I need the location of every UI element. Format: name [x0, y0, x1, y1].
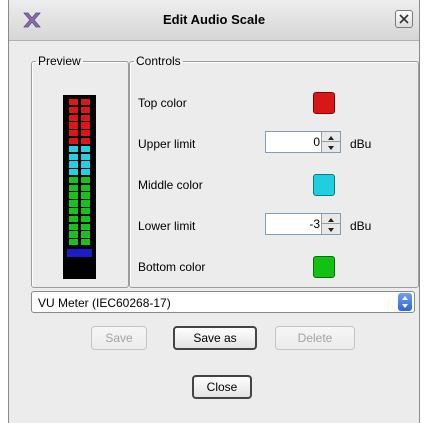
vu-meter-preview	[63, 95, 96, 279]
meter-segment	[69, 122, 78, 129]
controls-legend: Controls	[136, 54, 181, 68]
meter-segment	[81, 231, 90, 238]
meter-segment	[69, 215, 78, 223]
meter-segment	[69, 231, 78, 238]
lower-limit-label: Lower limit	[138, 219, 196, 233]
up-arrow-icon[interactable]	[322, 132, 340, 142]
bottom-color-label: Bottom color	[138, 260, 206, 274]
meter-column-right	[81, 99, 90, 247]
meter-segment	[69, 130, 78, 137]
edit-audio-scale-dialog: Edit Audio Scale Preview Controls Top co…	[8, 0, 420, 423]
meter-bottom-segment	[67, 249, 92, 257]
upper-limit-spinner[interactable]: 0	[265, 131, 341, 153]
meter-segment	[69, 161, 78, 168]
up-arrow-icon[interactable]	[322, 214, 340, 224]
meter-segment	[81, 184, 90, 191]
upper-limit-label: Upper limit	[138, 137, 196, 151]
meter-segment	[81, 169, 90, 176]
meter-column-left	[69, 99, 78, 247]
down-arrow-icon[interactable]	[322, 224, 340, 234]
meter-segment	[81, 137, 90, 145]
preview-group: Preview	[31, 54, 129, 288]
meter-segment	[81, 192, 90, 199]
meter-segment	[81, 145, 90, 153]
meter-segment	[81, 239, 90, 246]
upper-limit-value: 0	[313, 135, 320, 149]
meter-segment	[81, 130, 90, 137]
top-color-swatch[interactable]	[313, 92, 335, 114]
meter-segment	[69, 153, 78, 160]
bottom-color-swatch[interactable]	[313, 256, 335, 278]
meter-segment	[69, 137, 78, 145]
lower-limit-unit: dBu	[350, 219, 372, 233]
title-bar: Edit Audio Scale	[9, 0, 419, 41]
top-color-label: Top color	[138, 96, 187, 110]
save-as-button[interactable]: Save as	[173, 326, 257, 350]
preview-legend: Preview	[38, 54, 81, 68]
meter-segment	[69, 200, 78, 207]
meter-segment	[69, 223, 78, 230]
lower-limit-spinner[interactable]: -3	[265, 213, 341, 235]
meter-segment	[69, 176, 78, 184]
middle-color-label: Middle color	[138, 178, 203, 192]
meter-segment	[81, 122, 90, 129]
meter-segment	[81, 200, 90, 207]
scale-preset-value: VU Meter (IEC60268-17)	[38, 296, 171, 310]
middle-color-swatch[interactable]	[313, 174, 335, 196]
close-button[interactable]: Close	[192, 375, 252, 399]
controls-group: Controls Top color Upper limit 0 dBu Mid…	[129, 54, 419, 288]
meter-segment	[81, 114, 90, 121]
meter-segment	[81, 153, 90, 160]
meter-segment	[81, 106, 90, 114]
upper-limit-unit: dBu	[350, 137, 372, 151]
meter-segment	[81, 223, 90, 230]
lower-limit-stepper[interactable]	[321, 214, 340, 234]
select-stepper-icon[interactable]	[398, 293, 412, 311]
lower-limit-value: -3	[309, 217, 320, 231]
save-button[interactable]: Save	[91, 326, 147, 350]
meter-segment	[69, 99, 78, 106]
meter-segment	[69, 145, 78, 153]
meter-segment	[81, 215, 90, 223]
upper-limit-stepper[interactable]	[321, 132, 340, 152]
meter-segment	[81, 208, 90, 215]
meter-segment	[81, 176, 90, 184]
meter-segment	[81, 161, 90, 168]
meter-segment	[69, 114, 78, 121]
meter-segment	[69, 208, 78, 215]
delete-button[interactable]: Delete	[275, 326, 355, 350]
scale-preset-select[interactable]: VU Meter (IEC60268-17)	[31, 291, 415, 313]
dialog-title: Edit Audio Scale	[162, 12, 266, 27]
meter-segment	[81, 99, 90, 106]
meter-segment	[69, 239, 78, 246]
close-icon[interactable]	[395, 10, 413, 28]
meter-segment	[69, 184, 78, 191]
meter-segment	[69, 106, 78, 114]
meter-segment	[69, 192, 78, 199]
meter-segment	[69, 169, 78, 176]
down-arrow-icon[interactable]	[322, 142, 340, 152]
